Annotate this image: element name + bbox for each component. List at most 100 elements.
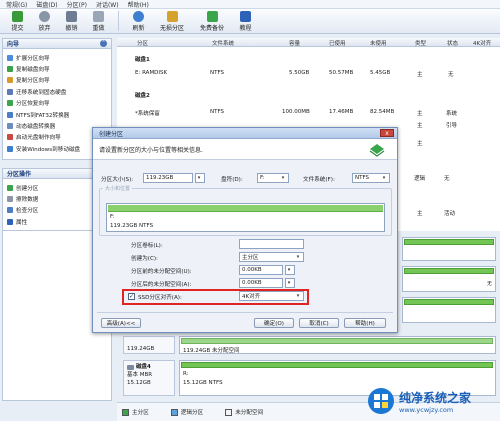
ssd-alignment-select[interactable]: 4K对齐 ▾	[239, 291, 304, 301]
bootable-media-icon	[7, 134, 13, 141]
menu-general[interactable]: 常规(G)	[6, 0, 27, 9]
space-after-input[interactable]: 0.00KB	[239, 278, 283, 288]
disk-2-group: 磁盘2	[117, 89, 500, 100]
discard-icon	[39, 11, 50, 22]
wizard-panel-header[interactable]: 向导 ⌃	[2, 38, 112, 49]
create-as-select[interactable]: 主分区 ▾	[239, 252, 304, 262]
disk-map-bar[interactable]: 无	[402, 266, 496, 292]
partition-icon	[166, 11, 178, 22]
refresh-button[interactable]: 刷新	[125, 9, 152, 34]
dialog-title-bar[interactable]: 创建分区	[93, 128, 397, 139]
ssd-alignment-checkbox[interactable]: ✓	[128, 293, 135, 300]
tutorial-button[interactable]: 教程	[232, 9, 259, 34]
toolbar: 提交 放弃 撤销 重做 刷新 无损分区 免费备份 教程	[0, 9, 500, 34]
redo-icon	[93, 11, 104, 22]
col-filesystem[interactable]: 文件系统	[212, 39, 234, 47]
disk3-size: 119.24GB	[127, 346, 155, 352]
table-row[interactable]: 主	[398, 137, 500, 149]
close-button[interactable]: x	[380, 129, 394, 137]
size-label: 分区大小(S):	[101, 177, 134, 183]
table-row[interactable]: 逻辑 无	[398, 172, 500, 184]
menu-help[interactable]: 帮助(H)	[128, 0, 149, 9]
chevron-down-icon: ▾	[296, 254, 300, 260]
wizard-copy-partition[interactable]: 复制分区向导	[7, 75, 107, 86]
tutorial-label: 教程	[239, 25, 252, 32]
col-capacity[interactable]: 容量	[289, 39, 300, 47]
col-used[interactable]: 已使用	[329, 39, 346, 47]
check-icon	[7, 207, 13, 214]
unallocated-disk-row: 119.24GB 119.24GB 未分配空间	[117, 334, 500, 356]
filesystem-label: 文件系统(F):	[303, 177, 335, 183]
convert-icon	[7, 111, 13, 118]
primary-swatch	[122, 409, 129, 416]
wizard-migrate-os[interactable]: 迁移系统到固态硬盘	[7, 86, 107, 97]
partition-map-slider[interactable]: F: 119.23GB NTFS	[106, 203, 385, 232]
table-row[interactable]: *系统保留 NTFS 100.00MB 17.46MB 82.54MB 主 系统	[117, 107, 500, 118]
col-status[interactable]: 状态	[447, 39, 458, 47]
table-blank	[398, 184, 500, 207]
menu-disk[interactable]: 磁盘(D)	[36, 0, 57, 9]
disk4-info[interactable]: 磁盘4 基本 MBR 15.12GB	[123, 360, 175, 396]
side-text: 无	[487, 281, 493, 287]
wizard-ntfs-fat32[interactable]: NTFS到FAT32转换器	[7, 109, 107, 120]
drive-letter-select[interactable]: F: ▾	[257, 173, 289, 183]
dialog-intro: 请设置新分区的大小与位置等相关信息.	[93, 139, 397, 160]
menu-dialog[interactable]: 对话(W)	[96, 0, 119, 9]
disk-map-bar[interactable]	[402, 237, 496, 261]
disk-1-group: 磁盘1	[117, 53, 500, 64]
space-before-input[interactable]: 0.00KB	[239, 265, 283, 275]
menu-partition[interactable]: 分区(P)	[67, 0, 87, 9]
space-before-unit[interactable]: ▾	[285, 265, 295, 275]
free-backup-label: 免费备份	[199, 25, 224, 32]
partition-size-input[interactable]: 119.23GB	[143, 173, 193, 183]
filesystem-select[interactable]: NTFS ▾	[352, 173, 390, 183]
space-after-label: 分区后的未分配空间(A):	[131, 282, 192, 288]
col-partition[interactable]: 分区	[137, 39, 148, 47]
advanced-button[interactable]: 高级(A)<<	[101, 318, 141, 328]
dynamic-disk-icon	[7, 123, 13, 130]
refresh-label: 刷新	[132, 25, 145, 32]
lossless-partition-button[interactable]: 无损分区	[152, 9, 192, 34]
apply-label: 提交	[11, 25, 24, 32]
wizard-partition-recovery[interactable]: 分区恢复向导	[7, 98, 107, 109]
unallocated-bar	[181, 338, 493, 344]
backup-icon	[206, 11, 218, 22]
disk-map-bar[interactable]	[402, 297, 496, 323]
partition-usage-bar	[404, 239, 494, 245]
properties-icon	[7, 218, 13, 225]
redo-label: 重做	[92, 25, 105, 32]
undo-button[interactable]: 撤销	[58, 9, 85, 34]
volume-label-input[interactable]	[239, 239, 304, 249]
free-backup-button[interactable]: 免费备份	[192, 9, 232, 34]
undo-label: 撤销	[65, 25, 78, 32]
table-row[interactable]: E: RAMDISK NTFS 5.50GB 50.57MB 5.45GB 主 …	[117, 68, 500, 79]
size-location-group: 大小和位置 F: 119.23GB NTFS	[99, 185, 392, 236]
size-unit-dropdown[interactable]: ▾	[195, 173, 205, 183]
col-type[interactable]: 类型	[415, 39, 426, 47]
redo-button[interactable]: 重做	[85, 9, 112, 34]
collapse-icon[interactable]: ⌃	[100, 40, 107, 47]
wizard-copy-disk[interactable]: 复制磁盘向导	[7, 63, 107, 74]
chevron-down-icon: ▾	[287, 267, 291, 273]
partition-table-header: 分区 文件系统 容量 已使用 未使用 类型 状态 4K对齐	[117, 38, 500, 47]
wizard-extend-partition[interactable]: 扩展分区向导	[7, 52, 107, 63]
col-4k-align[interactable]: 4K对齐	[473, 39, 491, 47]
disk4-title: 磁盘4	[136, 364, 151, 370]
watermark: 纯净系统之家 www.ycwjzy.com	[367, 383, 498, 419]
partition-wizard-icon	[369, 143, 385, 157]
table-row[interactable]: 主 活动	[398, 207, 500, 219]
lossless-partition-label: 无损分区	[159, 25, 184, 32]
unallocated-block[interactable]: 119.24GB 未分配空间	[179, 336, 496, 354]
partition-usage-bar	[181, 362, 493, 368]
chevron-down-icon: ▾	[287, 280, 291, 286]
help-button[interactable]: 帮助(H)	[344, 318, 386, 328]
discard-button[interactable]: 放弃	[31, 9, 58, 34]
wipe-icon	[7, 196, 13, 203]
unallocated-swatch	[225, 409, 233, 416]
cancel-button[interactable]: 取消(C)	[299, 318, 339, 328]
col-unused[interactable]: 未使用	[370, 39, 387, 47]
apply-button[interactable]: 提交	[4, 9, 31, 34]
space-after-unit[interactable]: ▾	[285, 278, 295, 288]
ok-button[interactable]: 确定(O)	[254, 318, 294, 328]
map-size-label: 119.23GB NTFS	[110, 223, 154, 229]
